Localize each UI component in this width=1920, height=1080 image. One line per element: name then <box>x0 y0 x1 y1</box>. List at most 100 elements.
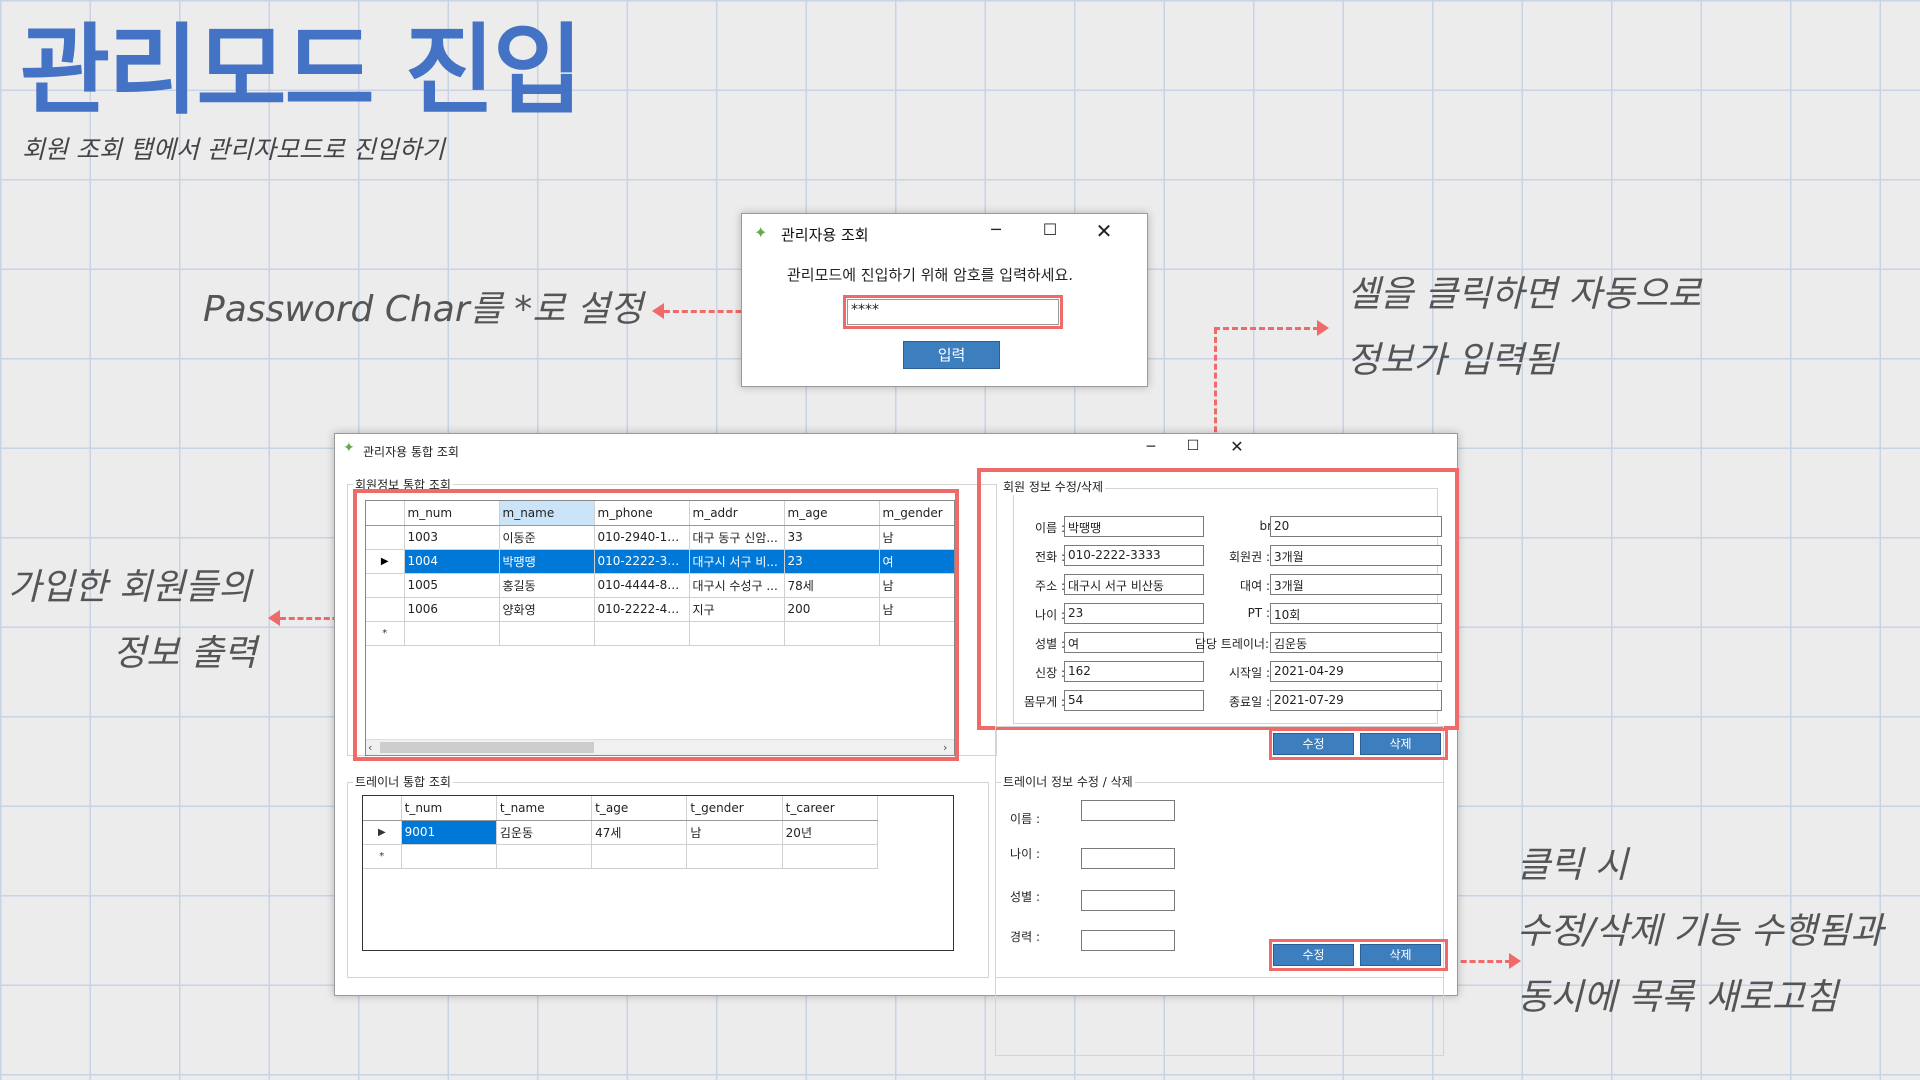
table-cell[interactable]: 200 <box>784 597 880 622</box>
table-row[interactable]: 1005 홍길동 010-4444-8888 대구시 수성구 ... 78세 남 <box>366 573 954 598</box>
table-cell[interactable]: 47세 <box>591 820 688 845</box>
age-field[interactable]: 23 <box>1064 603 1204 624</box>
table-cell[interactable]: 010-2940-1613 <box>594 525 690 550</box>
trainer-career-field[interactable] <box>1081 930 1175 951</box>
table-row[interactable]: ▶ 1004 박땡땡 010-2222-3333 대구시 서구 비... 23 … <box>366 549 954 574</box>
column-header[interactable]: t_age <box>591 796 688 821</box>
trainer-edit-button[interactable]: 수정 <box>1273 944 1354 966</box>
maximize-button[interactable]: ☐ <box>1030 220 1070 239</box>
submit-button[interactable]: 입력 <box>903 341 1000 369</box>
password-dialog: ✦ 관리자용 조회 ─ ☐ ✕ 관리모드에 진입하기 위해 암호를 입력하세요.… <box>741 213 1148 387</box>
current-row-icon[interactable]: ▶ <box>366 549 405 574</box>
column-header[interactable]: t_career <box>782 796 879 821</box>
minimize-button[interactable]: ─ <box>1131 439 1171 455</box>
delete-button[interactable]: 삭제 <box>1360 733 1441 755</box>
note-members-2: 정보 출력 <box>113 633 257 674</box>
table-cell[interactable]: 23 <box>784 549 880 574</box>
table-cell[interactable]: 20년 <box>782 820 879 845</box>
close-button[interactable]: ✕ <box>1217 437 1257 456</box>
height-field[interactable]: 162 <box>1064 661 1204 682</box>
close-button[interactable]: ✕ <box>1084 219 1124 243</box>
table-cell[interactable]: 남 <box>879 525 954 550</box>
table-cell[interactable]: 010-2222-4554 <box>594 597 690 622</box>
window-title: 관리자용 통합 조회 <box>363 445 459 459</box>
edit-button[interactable]: 수정 <box>1273 733 1354 755</box>
table-cell[interactable]: 33 <box>784 525 880 550</box>
trainer-gender-field[interactable] <box>1081 890 1175 911</box>
row-header[interactable] <box>366 525 405 550</box>
row-header[interactable] <box>366 573 405 598</box>
table-cell[interactable]: 이동준 <box>499 525 595 550</box>
field-label: 주소 : <box>1035 579 1065 593</box>
name-field[interactable]: 박땡땡 <box>1064 516 1204 537</box>
column-header[interactable]: m_age <box>784 501 880 526</box>
note-cell-click-2: 정보가 입력됨 <box>1347 340 1558 381</box>
table-cell[interactable]: 1005 <box>404 573 500 598</box>
table-cell[interactable]: 지구 <box>689 597 785 622</box>
table-cell[interactable]: 남 <box>686 820 783 845</box>
current-row-icon[interactable]: ▶ <box>363 820 402 845</box>
table-cell[interactable]: 김운동 <box>496 820 593 845</box>
table-cell[interactable]: 남 <box>879 597 954 622</box>
table-cell[interactable]: 010-4444-8888 <box>594 573 690 598</box>
arrow-head <box>652 303 664 319</box>
row-header[interactable] <box>366 597 405 622</box>
table-cell[interactable]: 1006 <box>404 597 500 622</box>
column-header[interactable]: m_gender <box>879 501 954 526</box>
pt-field[interactable]: 10회 <box>1270 603 1442 624</box>
column-header[interactable]: m_addr <box>689 501 785 526</box>
password-input[interactable]: **** <box>847 299 1059 325</box>
table-cell[interactable]: 대구시 수성구 ... <box>689 573 785 598</box>
maximize-button[interactable]: ☐ <box>1173 438 1213 454</box>
trainer-field[interactable]: 김운동 <box>1270 632 1442 653</box>
membership-field[interactable]: 3개월 <box>1270 545 1442 566</box>
table-cell[interactable]: 대구 동구 신암... <box>689 525 785 550</box>
new-row-icon[interactable]: * <box>366 621 405 646</box>
column-header[interactable]: m_phone <box>594 501 690 526</box>
table-cell[interactable]: 박땡땡 <box>499 549 595 574</box>
trainer-delete-button[interactable]: 삭제 <box>1360 944 1441 966</box>
field-label: 신장 : <box>1035 666 1065 680</box>
table-cell[interactable]: 여 <box>879 549 954 574</box>
table-cell[interactable]: 대구시 서구 비... <box>689 549 785 574</box>
start-date-field[interactable]: 2021-04-29 <box>1270 661 1442 682</box>
scroll-thumb[interactable] <box>380 742 594 753</box>
scroll-left-icon[interactable]: ‹ <box>368 741 372 754</box>
new-row[interactable]: * <box>366 621 954 646</box>
column-header[interactable]: t_gender <box>686 796 783 821</box>
table-row[interactable]: ▶ 9001 김운동 47세 남 20년 <box>363 820 879 845</box>
member-grid[interactable]: m_num m_name m_phone m_addr m_age m_gend… <box>365 500 955 756</box>
table-cell[interactable]: 홍길동 <box>499 573 595 598</box>
address-field[interactable]: 대구시 서구 비산동 <box>1064 574 1204 595</box>
field-label: 회원권 : <box>1229 550 1270 564</box>
table-cell[interactable]: 남 <box>879 573 954 598</box>
table-cell[interactable]: 양화영 <box>499 597 595 622</box>
table-cell[interactable]: 9001 <box>401 820 497 845</box>
table-row[interactable]: 1006 양화영 010-2222-4554 지구 200 남 <box>366 597 954 622</box>
table-cell[interactable]: 1004 <box>404 549 500 574</box>
end-date-field[interactable]: 2021-07-29 <box>1270 690 1442 711</box>
table-cell[interactable]: 1003 <box>404 525 500 550</box>
phone-field[interactable]: 010-2222-3333 <box>1064 545 1204 566</box>
slide-subtitle: 회원 조회 탭에서 관리자모드로 진입하기 <box>22 135 445 164</box>
new-row[interactable]: * <box>363 844 879 869</box>
table-row[interactable]: 1003 이동준 010-2940-1613 대구 동구 신암... 33 남 <box>366 525 954 550</box>
trainer-age-field[interactable] <box>1081 848 1175 869</box>
column-header[interactable]: m_name <box>499 501 595 526</box>
bmi-field[interactable]: 20 <box>1270 516 1442 537</box>
scroll-right-icon[interactable]: › <box>943 741 947 754</box>
column-header[interactable]: t_num <box>401 796 497 821</box>
grid-corner <box>363 796 402 821</box>
trainer-name-field[interactable] <box>1081 800 1175 821</box>
table-cell[interactable]: 78세 <box>784 573 880 598</box>
column-header[interactable]: m_num <box>404 501 500 526</box>
table-cell[interactable]: 010-2222-3333 <box>594 549 690 574</box>
new-row-icon[interactable]: * <box>363 844 402 869</box>
column-header[interactable]: t_name <box>496 796 593 821</box>
note-password-char: Password Char를 *로 설정 <box>203 289 644 330</box>
rental-field[interactable]: 3개월 <box>1270 574 1442 595</box>
horizontal-scrollbar[interactable]: ‹ › <box>366 739 954 755</box>
minimize-button[interactable]: ─ <box>976 220 1016 239</box>
weight-field[interactable]: 54 <box>1064 690 1204 711</box>
trainer-grid[interactable]: t_num t_name t_age t_gender t_career ▶ 9… <box>362 795 954 951</box>
